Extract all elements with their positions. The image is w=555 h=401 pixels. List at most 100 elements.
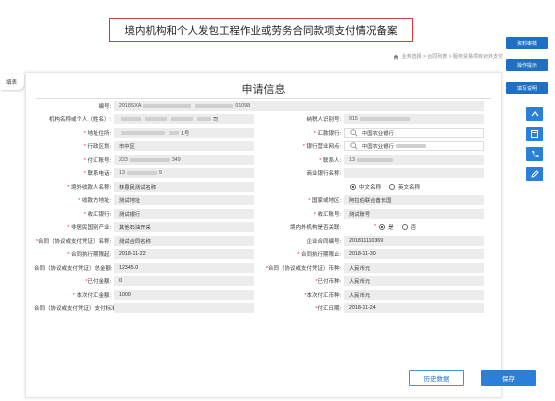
country-field[interactable]: 阿拉伯联合酋长国 (344, 195, 484, 206)
contract-name-label-text: 合同（协议或支付凭证）名称: (37, 238, 111, 245)
form-row: * 非居民国别产业: 其他石油开采 境内外机构是否关联: * 是 否 (34, 222, 524, 234)
contact-field[interactable]: 13 (344, 154, 484, 165)
radio-name-en[interactable]: 英文名称 (389, 183, 420, 191)
chevron-up-icon[interactable] (526, 107, 543, 121)
phone-label: * 联系电话: (34, 169, 114, 177)
org-value: 司 (213, 117, 219, 124)
biz-field[interactable] (344, 168, 484, 179)
search-icon[interactable] (350, 129, 358, 137)
payee-label: * 境外收款人名称: (34, 183, 114, 191)
contract-no-field[interactable]: 201811110369 (344, 235, 484, 246)
redacted-block (359, 117, 410, 122)
contact-label: * 联系人: (254, 156, 344, 164)
form-row: 合同（协议或支付凭证）支付标准: *付汇日期: 2018-11-24 (34, 303, 524, 315)
recv-acct-field[interactable]: 测试账号 (344, 208, 484, 219)
redacted-block (121, 117, 141, 122)
radio-dot[interactable] (401, 224, 408, 231)
this-label-text: 本次付汇金额: (76, 292, 111, 299)
paid-cur-label-text: 已付币种: (317, 279, 341, 286)
form-title: 申请信息 (241, 84, 286, 96)
radio-name-cn[interactable]: 中文名称 (350, 183, 381, 191)
country-label: * 国家或地区: (254, 196, 344, 204)
total-amount-field[interactable]: 12345.0 (114, 262, 254, 273)
save-button[interactable]: 保存 (481, 370, 536, 386)
form-row: * 付汇账号: 223 349 * 联系人: 13 (34, 154, 524, 166)
phone-label-text: 联系电话: (87, 171, 111, 178)
redacted-block (126, 171, 157, 176)
side-button-tips[interactable]: 操作提示 (506, 59, 548, 71)
bank-select[interactable]: 中国农业银行 (344, 127, 484, 138)
addr-field[interactable]: 1号 (114, 127, 254, 138)
country-label-text: 国家或地区: (311, 198, 341, 205)
payee-label-text: 境外收款人名称: (70, 184, 111, 191)
district-field[interactable]: 市中区 (114, 141, 254, 152)
breadcrumb-text[interactable]: 业务选择 > 合同列表 > 服务贸易项目对外支付 (402, 53, 503, 60)
paid-amount-field[interactable]: 0 (114, 276, 254, 287)
this-currency-field[interactable]: 人民币元 (344, 289, 484, 300)
name-type-radio-group: 中文名称 英文名称 (344, 183, 484, 191)
edit-icon[interactable] (526, 167, 543, 181)
recv-bank-label: * 收汇银行: (34, 210, 114, 218)
serial-field: 2018SXA 01098 (114, 100, 484, 111)
serial-label: 编号: (98, 103, 111, 110)
total-cur-label-text: 合同（协议或支付凭证）币种: (267, 265, 341, 272)
radio-dot[interactable] (389, 183, 396, 190)
this-amount-field[interactable]: 1000 (114, 289, 254, 300)
redacted-block (197, 117, 211, 122)
biz-label: 商业银行名称: (306, 171, 341, 178)
phone-icon[interactable] (526, 147, 543, 161)
start-date-field[interactable]: 2018-11-22 (114, 249, 254, 260)
tab-fill-form[interactable]: 填表 (0, 74, 24, 90)
recv-bank-field[interactable]: 测试银行 (114, 208, 254, 219)
home-icon[interactable] (393, 54, 399, 60)
radio-label: 英文名称 (398, 184, 421, 191)
calculator-icon[interactable] (526, 127, 543, 141)
org-field: 司 (114, 114, 254, 125)
radio-dot[interactable] (350, 183, 356, 190)
total-cur-label: *合同（协议或支付凭证）币种: (254, 264, 344, 272)
search-icon[interactable] (350, 142, 358, 150)
required-mark: * (374, 224, 377, 231)
radio-related-yes[interactable]: * 是 (374, 223, 394, 231)
radio-label: 中文名称 (359, 184, 382, 191)
form-row: * 本次付汇金额: 1000 *本次付汇币种: 人民币元 (34, 289, 524, 301)
recv-addr-field[interactable]: 测试地址 (114, 195, 254, 206)
pay-standard-field[interactable] (114, 303, 254, 314)
radio-label: 否 (410, 225, 417, 232)
pay-date-field[interactable]: 2018-11-24 (344, 303, 484, 314)
related-label: 境内外机构是否关联: (289, 225, 341, 232)
std-label: 合同（协议或支付凭证）支付标准: (34, 306, 114, 313)
nonres-field[interactable]: 其他石油开采 (114, 222, 254, 233)
form-row: * 行政区划: 市中区 * 银行营业网点: 中国农业银行 (34, 141, 524, 153)
side-button-review[interactable]: 资料审核 (506, 37, 548, 49)
end-date-field[interactable]: 2018-11-30 (344, 249, 484, 260)
payee-field[interactable]: 林恩民测试名称 (114, 181, 254, 192)
redacted-block (145, 117, 167, 122)
float-toolbar (526, 107, 543, 181)
org-label: 机构名称或个人（姓名）: (48, 117, 111, 124)
form-row: 编号: 2018SXA 01098 (34, 100, 524, 112)
radio-related-no[interactable]: 否 (401, 223, 417, 232)
paid-currency-field[interactable]: 人民币元 (344, 276, 484, 287)
branch-select[interactable]: 中国农业银行 (344, 141, 484, 152)
history-data-button[interactable]: 历史数据 (409, 370, 464, 386)
side-button-guide[interactable]: 填写说明 (506, 82, 548, 94)
redacted-block (171, 117, 193, 122)
radio-dot[interactable] (379, 224, 386, 231)
application-form: 编号: 2018SXA 01098 机构名称或个人（姓名）: 司 纳税人识别号: … (34, 100, 524, 316)
form-row: * 合同执行期限起: 2018-11-22 * 合同执行期限止: 2018-11… (34, 249, 524, 261)
contract-no-label: 企业合同编号: (306, 238, 341, 245)
nonres-label-text: 非居民国别产业: (70, 225, 111, 232)
phone-field[interactable]: 13 9 (114, 168, 254, 179)
contact-value: 13 (349, 156, 355, 163)
addr-label-text: 地址住所: (87, 130, 111, 137)
total-label: 合同（协议或支付凭证）总金额: (34, 265, 113, 272)
total-currency-field[interactable]: 人民币元 (344, 262, 484, 273)
redacted-block (129, 157, 170, 162)
contract-name-field[interactable]: 测试合同名称 (114, 235, 254, 246)
this-label: * 本次付汇金额: (34, 291, 114, 299)
page-banner-title: 境内机构和个人发包工程作业或劳务合同款项支付情况备案 (109, 18, 413, 42)
acct-field[interactable]: 223 349 (114, 154, 254, 165)
paid-label: *已付金额: (34, 277, 114, 285)
form-row: *已付金额: 0 *已付币种: 人民币元 (34, 276, 524, 288)
